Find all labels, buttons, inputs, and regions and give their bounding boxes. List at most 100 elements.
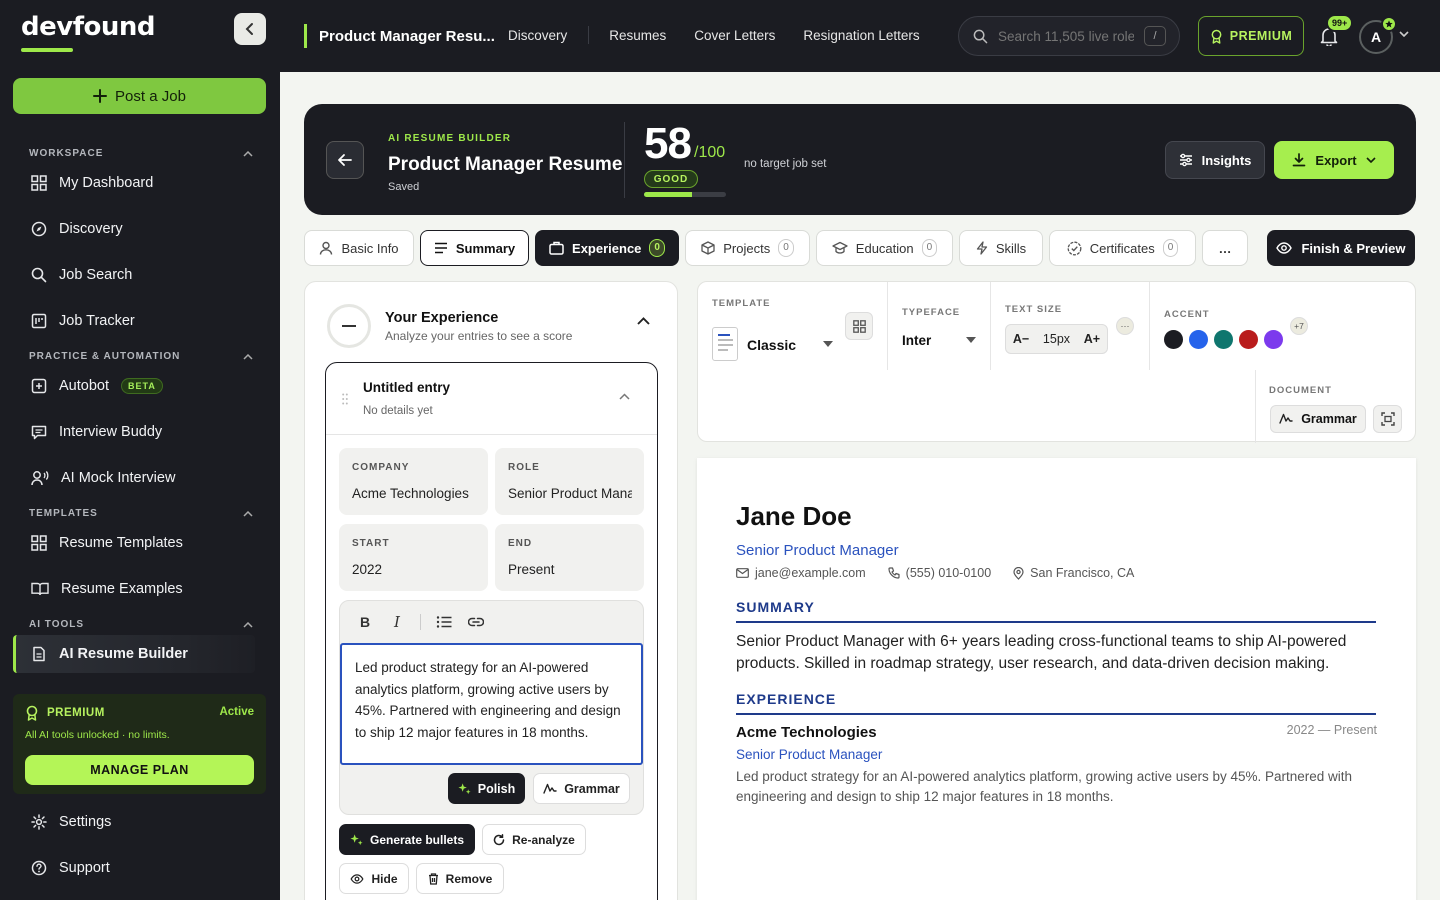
collapse-entry-button[interactable] [619,393,630,400]
template-select[interactable]: Classic [747,337,796,353]
role-field[interactable]: ROLE Senior Product Manager [495,448,644,515]
increase-size-button[interactable]: A+ [1084,332,1100,346]
top-nav-discovery[interactable]: Discovery [508,28,567,43]
sidebar-item-ai-mock-interview[interactable]: AI Mock Interview [13,459,255,497]
section-practice-automation[interactable]: PRACTICE & AUTOMATION [29,351,253,362]
sidebar-item-support[interactable]: Support [13,849,255,887]
section-workspace-label: WORKSPACE [29,148,104,159]
sparkle-icon [350,834,363,846]
sidebar-item-job-tracker[interactable]: Job Tracker [13,302,255,340]
polish-button[interactable]: Polish [448,773,525,804]
accent-swatch[interactable] [1239,330,1258,349]
tab-more[interactable]: … [1202,230,1248,266]
tab-education[interactable]: Education 0 [816,230,953,266]
sidebar-item-interview-buddy[interactable]: Interview Buddy [13,413,255,451]
insights-button[interactable]: Insights [1165,141,1265,179]
more-icon[interactable]: ··· [1116,317,1134,335]
start-value[interactable]: 2022 [352,562,476,577]
resume-email: jane@example.com [755,566,866,580]
sidebar-item-resume-examples[interactable]: Resume Examples [13,570,255,608]
manage-plan-button[interactable]: MANAGE PLAN [25,755,254,785]
toolbar-divider [420,614,421,630]
typeface-dropdown-icon[interactable] [966,337,976,343]
premium-status: Active [219,706,254,718]
fit-to-page-button[interactable] [1373,405,1402,433]
section-ai-tools[interactable]: AI TOOLS [29,619,253,630]
section-templates[interactable]: TEMPLATES [29,508,253,519]
resume-title[interactable]: Product Manager Resume [388,154,622,176]
description-textarea[interactable]: Led product strategy for an AI-powered a… [340,643,643,765]
decrease-size-button[interactable]: A− [1013,332,1029,346]
accent-swatch[interactable] [1164,330,1183,349]
document-grammar-button[interactable]: Grammar [1270,405,1366,433]
generate-bullets-button[interactable]: Generate bullets [339,824,475,855]
section-workspace[interactable]: WORKSPACE [29,148,253,159]
role-value[interactable]: Senior Product Manager [508,486,632,501]
tab-basic-info[interactable]: Basic Info [304,230,414,266]
sidebar-item-label: Autobot [59,378,109,394]
global-search[interactable]: / [958,16,1180,56]
remove-entry-button[interactable]: Remove [416,863,504,894]
sidebar-item-resume-templates[interactable]: Resume Templates [13,524,255,562]
sidebar-item-my-dashboard[interactable]: My Dashboard [13,164,255,202]
back-button[interactable] [326,141,364,179]
bullet-list-icon[interactable] [435,613,453,631]
tab-label: Certificates [1089,240,1155,256]
template-label: TEMPLATE [712,298,771,309]
experience-section-subtitle: Analyze your entries to see a score [385,329,573,343]
search-input[interactable] [998,28,1134,44]
account-menu-chevron-icon[interactable] [1399,31,1409,37]
tab-summary[interactable]: Summary [420,230,529,266]
accent-swatch[interactable] [1264,330,1283,349]
hide-entry-button[interactable]: Hide [339,863,409,894]
post-job-label: Post a Job [115,87,186,105]
collapse-sidebar-button[interactable] [234,13,266,45]
resume-preview: Jane Doe Senior Product Manager jane@exa… [697,458,1416,900]
resume-header-card: AI RESUME BUILDER Product Manager Resume… [304,104,1416,215]
italic-icon[interactable]: I [388,613,406,631]
resume-company: Acme Technologies [736,724,877,741]
entry-header[interactable]: Untitled entry No details yet [326,363,657,435]
section-templates-label: TEMPLATES [29,508,98,519]
accent-swatch[interactable] [1189,330,1208,349]
template-dropdown-icon[interactable] [823,341,833,347]
grammar-button[interactable]: Grammar [533,773,630,804]
accent-swatch[interactable] [1214,330,1233,349]
company-value[interactable]: Acme Technologies [352,486,476,501]
export-button[interactable]: Export [1274,141,1394,179]
tab-certificates[interactable]: Certificates 0 [1049,230,1196,266]
logo[interactable]: devfound [21,12,156,42]
top-nav-cover-letters[interactable]: Cover Letters [694,28,775,43]
bold-icon[interactable]: B [356,613,374,631]
collapse-section-button[interactable] [637,317,650,325]
sidebar-item-settings[interactable]: Settings [13,803,255,841]
resume-dates: 2022 — Present [1286,723,1377,737]
template-gallery-button[interactable] [845,312,873,340]
sidebar-item-ai-resume-builder[interactable]: AI Resume Builder [13,635,255,673]
tab-skills[interactable]: Skills [959,230,1043,266]
reanalyze-button[interactable]: Re-analyze [482,824,586,855]
start-field[interactable]: START 2022 [339,524,488,591]
link-icon[interactable] [467,613,485,631]
typeface-select[interactable]: Inter [902,333,931,348]
end-value[interactable]: Present [508,562,632,577]
target-job-status[interactable]: no target job set [744,158,826,170]
sidebar-item-job-search[interactable]: Job Search [13,256,255,294]
more-accents-button[interactable]: +7 [1290,317,1308,335]
sidebar-item-discovery[interactable]: Discovery [13,210,255,248]
top-nav-resumes[interactable]: Resumes [609,28,666,43]
company-field[interactable]: COMPANY Acme Technologies [339,448,488,515]
premium-button[interactable]: PREMIUM [1198,16,1304,56]
sidebar-item-autobot[interactable]: Autobot BETA [13,367,255,405]
tab-projects[interactable]: Projects 0 [685,230,810,266]
end-field[interactable]: END Present [495,524,644,591]
drag-handle-icon[interactable] [342,393,348,405]
sidebar-item-label: Job Search [59,267,133,283]
top-nav-resignation-letters[interactable]: Resignation Letters [803,28,919,43]
finish-preview-button[interactable]: Finish & Preview [1267,230,1415,266]
sidebar-item-label: AI Mock Interview [61,470,176,486]
resume-summary-text: Senior Product Manager with 6+ years lea… [736,633,1347,672]
post-job-button[interactable]: Post a Job [13,78,266,114]
document-title[interactable]: Product Manager Resu... [304,24,495,48]
tab-experience[interactable]: Experience 0 [535,230,679,266]
